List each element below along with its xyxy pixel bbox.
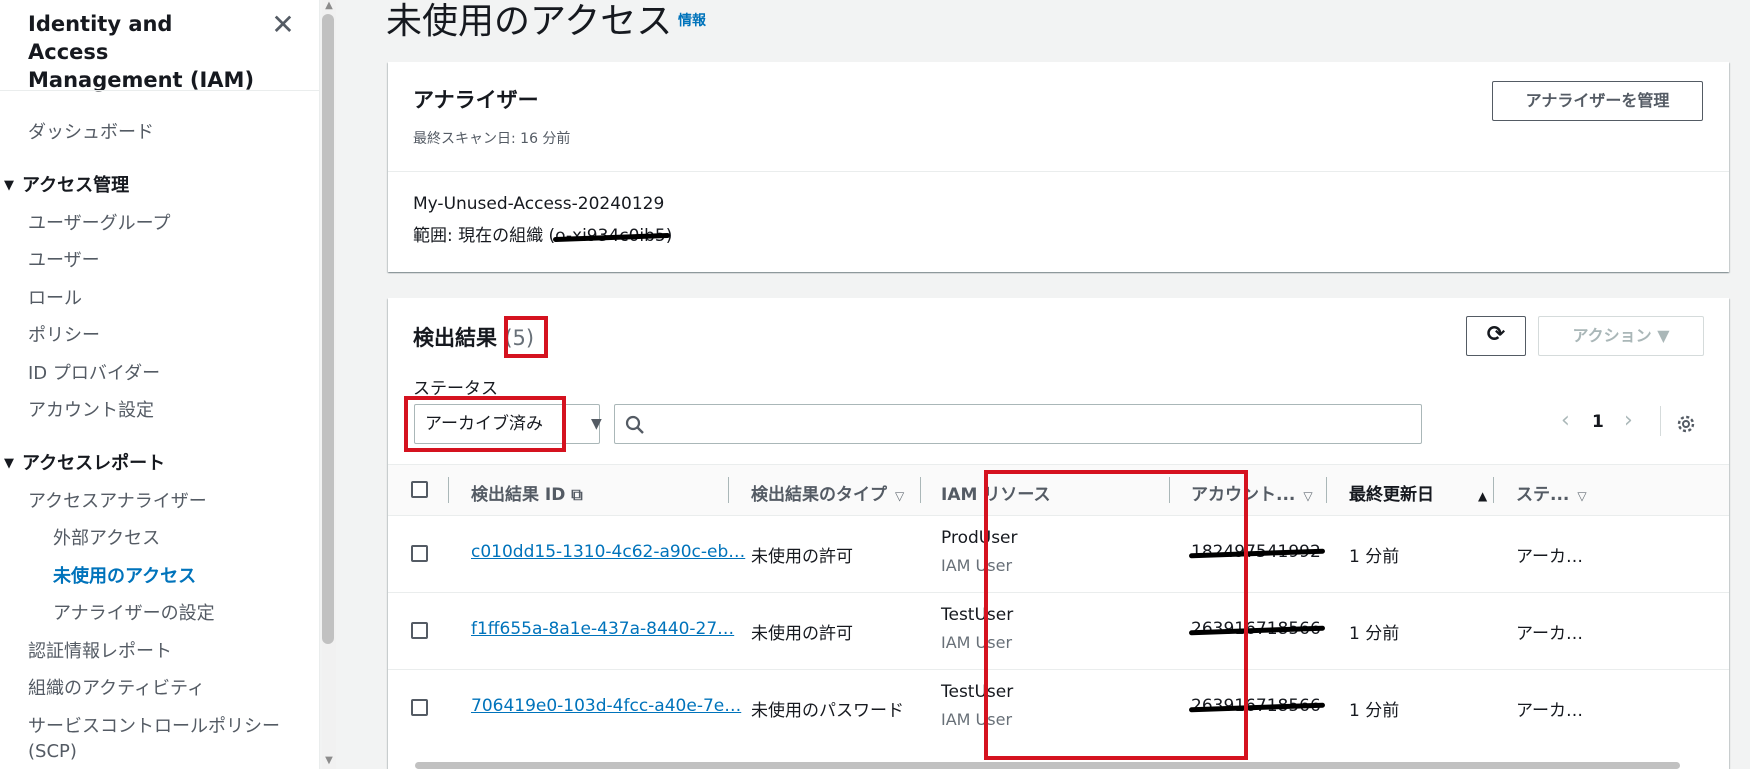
column-divider bbox=[1493, 477, 1494, 503]
last-updated: 1 分前 bbox=[1349, 547, 1400, 567]
sidebar-item-analyzer-settings[interactable]: アナライザーの設定 bbox=[53, 599, 215, 625]
chevron-left-icon[interactable]: ‹ bbox=[1561, 408, 1570, 433]
finding-status: アーカ… bbox=[1516, 547, 1583, 567]
close-icon[interactable]: ✕ bbox=[268, 10, 298, 40]
sidebar-item-users[interactable]: ユーザー bbox=[28, 246, 100, 272]
column-header-updated[interactable]: 最終更新日 ▲ bbox=[1349, 480, 1487, 505]
select-all-checkbox[interactable] bbox=[411, 481, 428, 498]
column-divider bbox=[448, 477, 449, 503]
sidebar-section-access-reports[interactable]: ▼ アクセスレポート bbox=[4, 449, 165, 475]
sidebar-item-dashboard[interactable]: ダッシュボード bbox=[28, 118, 154, 144]
gear-icon[interactable] bbox=[1675, 413, 1697, 435]
last-updated: 1 分前 bbox=[1349, 701, 1400, 721]
caret-down-icon: ▼ bbox=[4, 456, 14, 471]
sidebar-divider bbox=[0, 90, 320, 91]
sidebar-item-access-analyzer[interactable]: アクセスアナライザー bbox=[28, 487, 207, 513]
finding-type: 未使用の許可 bbox=[751, 547, 853, 567]
caret-down-icon: ▼ bbox=[591, 416, 602, 432]
pager-divider bbox=[1660, 406, 1661, 436]
analyzer-scope: 範囲: 現在の組織 (o-xi934c0ib5) bbox=[413, 226, 673, 246]
sidebar-item-scp[interactable]: サービスコントロールポリシー bbox=[28, 712, 280, 738]
page-title: 未使用のアクセス bbox=[386, 1, 673, 42]
sidebar-item-external-access[interactable]: 外部アクセス bbox=[53, 524, 160, 550]
finding-status: アーカ… bbox=[1516, 701, 1583, 721]
column-divider bbox=[1326, 477, 1327, 503]
column-header-type[interactable]: 検出結果のタイプ ▽ bbox=[751, 480, 904, 505]
sidebar-section-access-mgmt[interactable]: ▼ アクセス管理 bbox=[4, 171, 129, 197]
row-checkbox[interactable] bbox=[411, 699, 428, 716]
last-scan-text: 最終スキャン日: 16 分前 bbox=[413, 131, 571, 147]
sidebar-item-credential-report[interactable]: 認証情報レポート bbox=[28, 637, 172, 663]
refresh-icon: ⟳ bbox=[1486, 322, 1506, 347]
redacted-org-id: o-xi934c0ib5 bbox=[555, 226, 666, 246]
sort-icon: ▽ bbox=[1303, 489, 1313, 503]
info-link[interactable]: 情報 bbox=[678, 10, 706, 30]
refresh-button[interactable]: ⟳ bbox=[1466, 316, 1526, 356]
sidebar: Identity and Access Management (IAM) ✕ ダ… bbox=[0, 0, 320, 769]
finding-id-link[interactable]: f1ff655a-8a1e-437a-8440-27… bbox=[471, 619, 734, 639]
sidebar-item-policies[interactable]: ポリシー bbox=[28, 321, 100, 347]
column-header-status[interactable]: ステ... ▽ bbox=[1516, 480, 1587, 505]
finding-type: 未使用のパスワード bbox=[751, 701, 904, 721]
search-input[interactable] bbox=[614, 404, 1422, 444]
external-link-icon: ⧉ bbox=[571, 485, 583, 504]
service-title: Identity and Access Management (IAM) bbox=[28, 12, 255, 92]
page-number[interactable]: 1 bbox=[1592, 412, 1604, 432]
sidebar-item-identity-providers[interactable]: ID プロバイダー bbox=[28, 359, 160, 385]
column-divider bbox=[728, 477, 729, 503]
finding-id-link[interactable]: 706419e0-103d-4fcc-a40e-7e… bbox=[471, 696, 741, 716]
annotation-box-resource bbox=[984, 470, 1248, 760]
sidebar-item-unused-access[interactable]: 未使用のアクセス bbox=[53, 562, 196, 588]
row-checkbox[interactable] bbox=[411, 622, 428, 639]
sort-icon: ▽ bbox=[1577, 489, 1587, 503]
sidebar-item-org-activity[interactable]: 組織のアクティビティ bbox=[28, 674, 205, 700]
annotation-box-count bbox=[504, 316, 548, 358]
scroll-up-icon[interactable]: ▲ bbox=[322, 0, 336, 11]
sort-ascending-icon: ▲ bbox=[1478, 489, 1488, 503]
analyzer-name: My-Unused-Access-20240129 bbox=[413, 194, 665, 214]
sidebar-item-user-groups[interactable]: ユーザーグループ bbox=[28, 209, 171, 235]
column-header-id[interactable]: 検出結果 ID ⧉ bbox=[471, 480, 583, 505]
sidebar-item-account-settings[interactable]: アカウント設定 bbox=[28, 396, 154, 422]
caret-down-icon: ▼ bbox=[4, 178, 14, 193]
sidebar-scroll-thumb[interactable] bbox=[322, 14, 334, 644]
chevron-right-icon[interactable]: › bbox=[1624, 408, 1633, 433]
analyzer-panel-header: アナライザー 最終スキャン日: 16 分前 アナライザーを管理 bbox=[388, 62, 1729, 172]
finding-id-link[interactable]: c010dd15-1310-4c62-a90c-eb… bbox=[471, 542, 745, 562]
last-updated: 1 分前 bbox=[1349, 624, 1400, 644]
analyzer-heading: アナライザー bbox=[413, 88, 539, 112]
analyzer-panel: アナライザー 最終スキャン日: 16 分前 アナライザーを管理 My-Unuse… bbox=[388, 62, 1729, 272]
sidebar-item-scp-abbr[interactable]: (SCP) bbox=[28, 741, 77, 762]
actions-button[interactable]: アクション ▼ bbox=[1538, 316, 1704, 356]
row-checkbox[interactable] bbox=[411, 545, 428, 562]
search-icon bbox=[625, 415, 644, 434]
manage-analyzer-button[interactable]: アナライザーを管理 bbox=[1492, 81, 1703, 121]
sidebar-item-roles[interactable]: ロール bbox=[28, 284, 82, 310]
annotation-box-status bbox=[404, 396, 566, 452]
column-divider bbox=[920, 477, 921, 503]
sort-icon: ▽ bbox=[895, 489, 905, 503]
scroll-down-icon[interactable]: ▼ bbox=[322, 755, 336, 766]
table-horizontal-scrollbar[interactable] bbox=[415, 762, 1680, 769]
finding-status: アーカ… bbox=[1516, 624, 1583, 644]
finding-type: 未使用の許可 bbox=[751, 624, 853, 644]
